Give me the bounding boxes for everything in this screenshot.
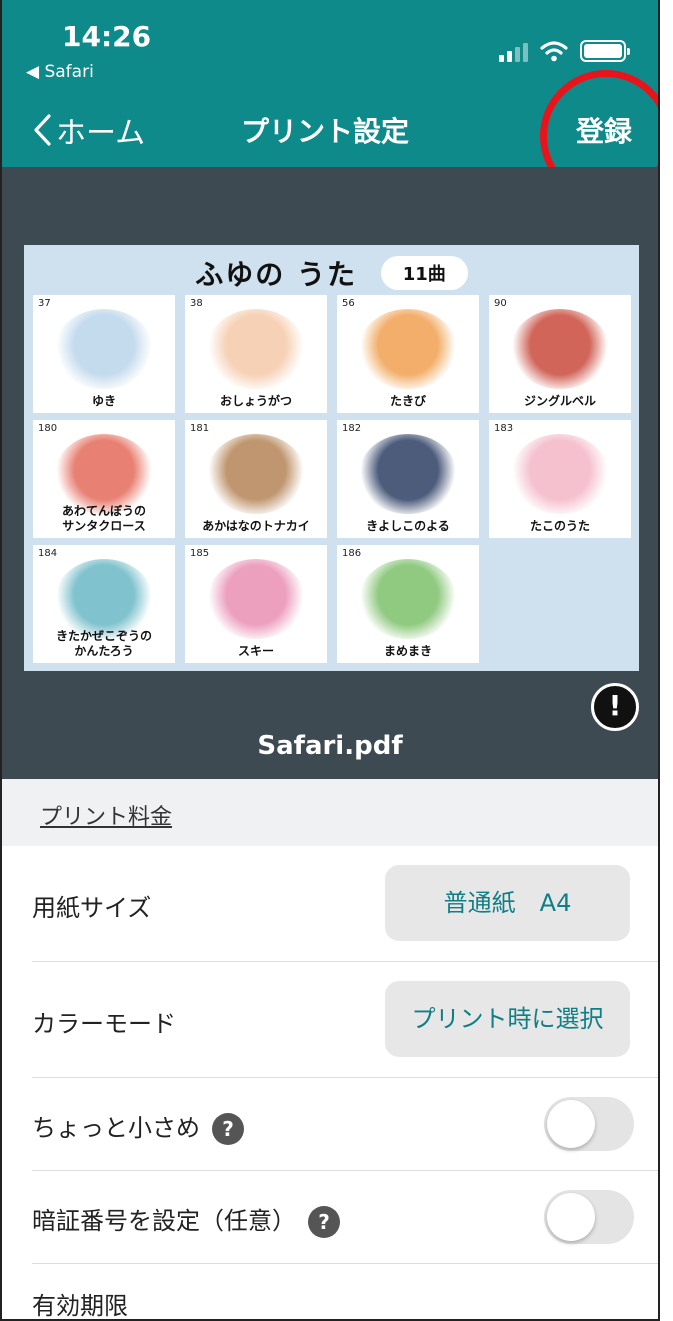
pin-row: 暗証番号を設定（任意）? [32,1171,658,1264]
app-screen: 14:26 ◀ Safari ホーム プリント設定 登録 ふゆの うた 11曲 … [0,0,660,1321]
song-card-grid: 37 ゆき 38 おしょうがつ 56 たきび 90 ジングルベル 180 あわてんぼうの サンタクロ… [33,295,633,663]
song-card: 90 ジングルベル [489,295,631,413]
pdf-title-text: ふゆの うた [195,258,357,291]
song-card: 37 ゆき [33,295,175,413]
song-illustration [359,434,457,514]
song-illustration [207,559,305,639]
wifi-icon [540,41,568,62]
song-illustration [511,309,609,389]
color-mode-button[interactable]: プリント時に選択 [385,981,630,1057]
song-card: 184 きたかぜこぞうの かんたろう [33,545,175,663]
file-name: Safari.pdf [257,731,403,761]
smaller-size-label-group: ちょっと小さめ? [32,1108,244,1145]
song-card: 182 きよしこのよる [337,420,479,538]
song-illustration [359,559,457,639]
fee-section: プリント料金 [2,779,658,846]
song-count-badge: 11曲 [380,256,468,290]
color-mode-label: カラーモード [32,1010,176,1038]
help-icon[interactable]: ? [308,1206,340,1238]
song-illustration [207,434,305,514]
song-number: 184 [38,548,58,559]
cellular-signal-icon [499,40,528,62]
status-icons [499,40,630,62]
song-title: あかはなのトナカイ [202,519,310,533]
alert-icon[interactable]: ! [591,683,639,731]
song-number: 180 [38,423,58,434]
song-number: 183 [494,423,514,434]
song-title: まめまき [383,644,432,658]
pin-label: 暗証番号を設定（任意） [32,1207,296,1235]
song-illustration [55,309,153,389]
song-card: 181 あかはなのトナカイ [185,420,327,538]
song-title: あわてんぼうの サンタクロース [61,504,146,533]
song-number: 181 [190,423,210,434]
color-mode-row: カラーモード プリント時に選択 [32,962,658,1078]
help-icon[interactable]: ? [212,1113,244,1145]
song-card: 56 たきび [337,295,479,413]
status-time: 14:26 [62,20,152,53]
song-number: 182 [342,423,362,434]
paper-size-row: 用紙サイズ 普通紙 A4 [32,846,658,962]
smaller-size-toggle[interactable] [544,1097,634,1151]
song-number: 185 [190,548,210,559]
song-title: ゆき [91,394,116,408]
song-title: スキー [237,644,274,658]
song-number: 56 [342,298,355,309]
song-illustration [207,309,305,389]
song-card: 183 たこのうた [489,420,631,538]
song-number: 38 [190,298,203,309]
song-title: きよしこのよる [366,519,450,533]
expiry-label: 有効期限 [32,1292,128,1320]
toggle-knob [547,1100,595,1148]
pin-label-group: 暗証番号を設定（任意）? [32,1201,340,1238]
song-card: 38 おしょうがつ [185,295,327,413]
song-title: ジングルベル [523,394,596,408]
pin-toggle[interactable] [544,1190,634,1244]
toggle-knob [547,1193,595,1241]
song-title: きたかぜこぞうの かんたろう [55,629,152,658]
song-number: 90 [494,298,507,309]
print-fee-link[interactable]: プリント料金 [40,799,172,831]
song-illustration [55,434,153,514]
song-illustration [511,434,609,514]
smaller-size-row: ちょっと小さめ? [32,1078,658,1171]
song-title: おしょうがつ [219,394,292,408]
back-to-safari-link[interactable]: ◀ Safari [26,62,94,82]
song-card: 186 まめまき [337,545,479,663]
smaller-size-label: ちょっと小さめ [32,1114,200,1142]
pdf-page-thumbnail[interactable]: ふゆの うた 11曲 37 ゆき 38 おしょうがつ 56 たきび 90 ジングルベル 180 あ… [24,245,639,671]
song-illustration [359,309,457,389]
paper-size-button[interactable]: 普通紙 A4 [385,865,630,941]
song-title: たきび [389,394,426,408]
song-card: 180 あわてんぼうの サンタクロース [33,420,175,538]
expiry-row[interactable]: 有効期限 [32,1264,658,1320]
empty-slot [489,545,631,663]
paper-size-label: 用紙サイズ [32,894,152,922]
song-card: 185 スキー [185,545,327,663]
song-number: 37 [38,298,51,309]
battery-icon [580,40,630,62]
song-number: 186 [342,548,362,559]
song-title: たこのうた [529,519,590,533]
song-illustration [55,559,153,639]
document-preview: ふゆの うた 11曲 37 ゆき 38 おしょうがつ 56 たきび 90 ジングルベル 180 あ… [2,167,658,779]
pdf-page-title: ふゆの うた 11曲 [24,253,639,293]
